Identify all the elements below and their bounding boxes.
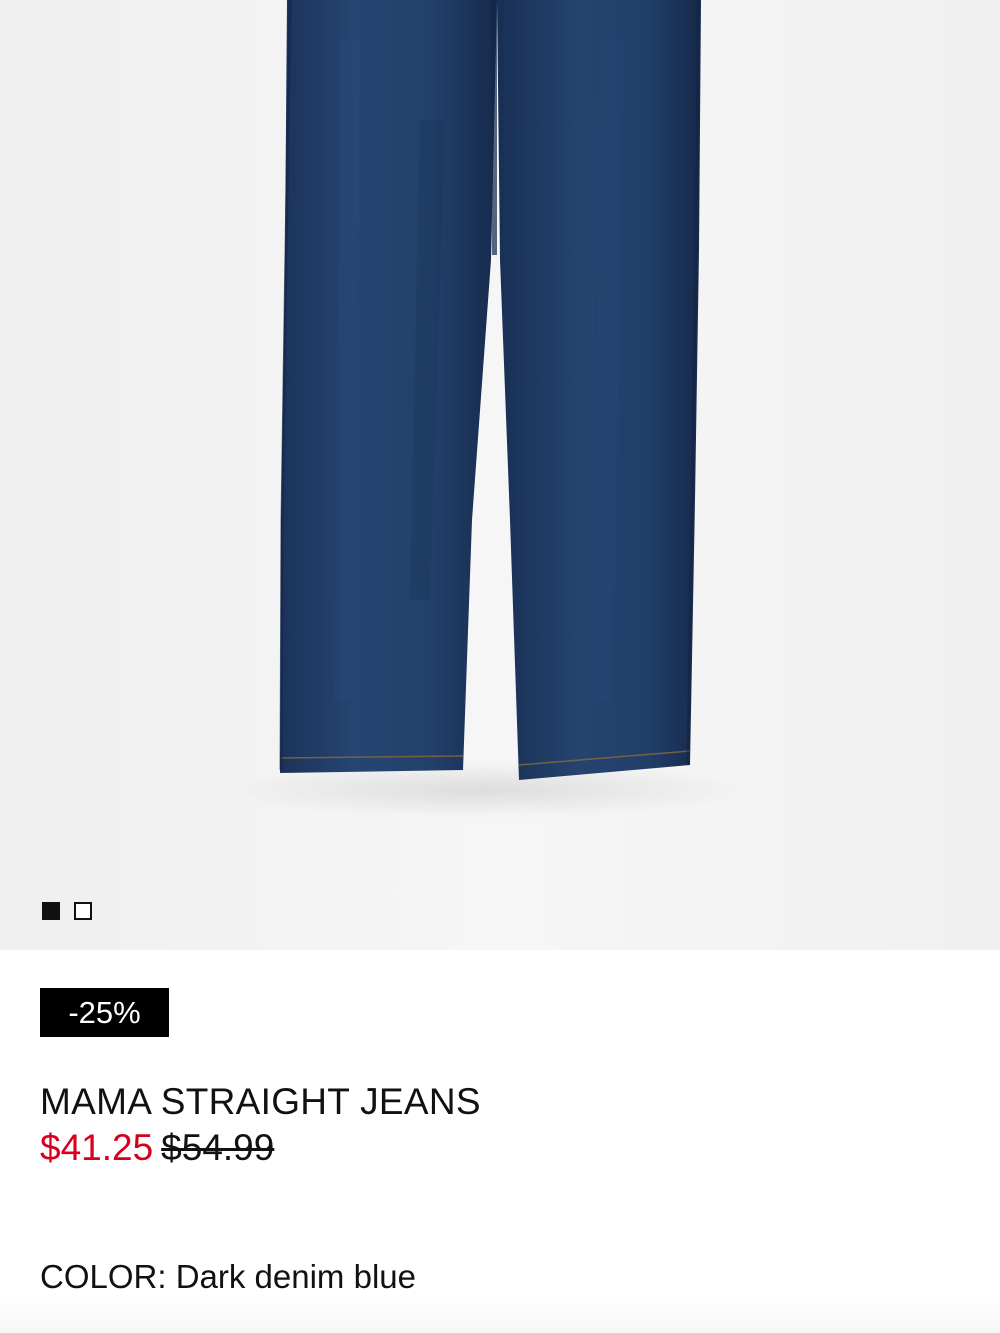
product-image-jeans[interactable] — [0, 0, 1000, 950]
image-carousel-indicators — [42, 902, 92, 920]
color-label: COLOR: — [40, 1258, 167, 1295]
original-price: $54.99 — [161, 1127, 275, 1168]
carousel-dot-1[interactable] — [42, 902, 60, 920]
sale-price: $41.25 — [40, 1127, 154, 1168]
bottom-fade — [0, 1293, 1000, 1333]
product-title: MAMA STRAIGHT JEANS — [40, 1081, 481, 1122]
product-image-gallery[interactable] — [0, 0, 1000, 950]
discount-badge: -25% — [40, 988, 169, 1037]
color-info: COLOR: Dark denim blue — [40, 1257, 416, 1297]
price-row: $41.25 $54.99 — [40, 1126, 274, 1170]
carousel-dot-2[interactable] — [74, 902, 92, 920]
color-value: Dark denim blue — [175, 1258, 416, 1295]
